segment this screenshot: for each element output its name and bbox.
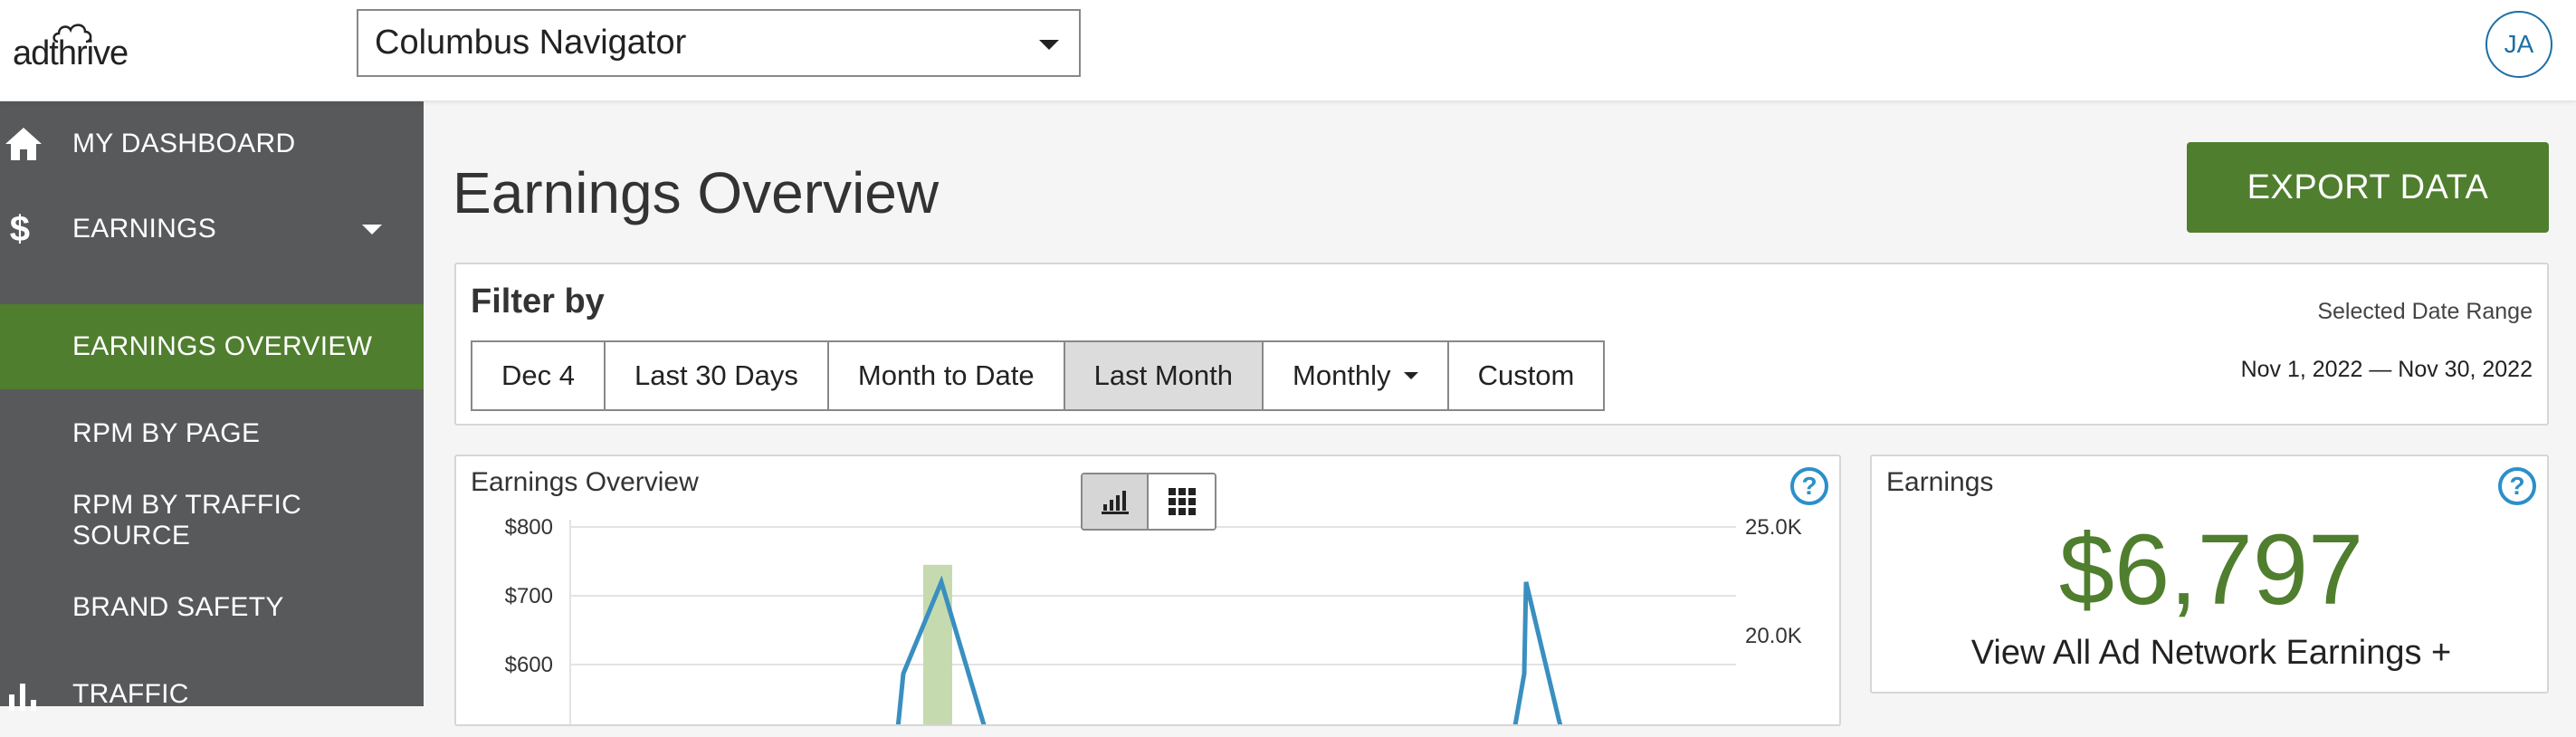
- y-tick-label-right: 20.0K: [1745, 624, 1802, 648]
- chevron-down-icon: [362, 224, 382, 234]
- sidebar-item-label: RPM BY TRAFFIC SOURCE: [72, 490, 302, 550]
- grid-icon: [1168, 488, 1196, 515]
- page-title: Earnings Overview: [453, 160, 940, 225]
- sidebar-item-label: TRAFFIC: [72, 679, 189, 709]
- top-header: adthrive Columbus Navigator JA: [0, 0, 2576, 101]
- chevron-down-icon: [1039, 40, 1059, 50]
- site-selector[interactable]: Columbus Navigator: [357, 9, 1081, 77]
- bar-chart-icon: [1101, 491, 1129, 514]
- y-tick-label-left: $600: [505, 653, 553, 677]
- earnings-series-line: [1512, 581, 1563, 724]
- y-tick-label-left: $700: [505, 584, 553, 608]
- help-icon[interactable]: ?: [2498, 467, 2536, 505]
- sidebar-item-label: EARNINGS OVERVIEW: [72, 331, 373, 361]
- filter-month-to-date-button[interactable]: Month to Date: [828, 342, 1065, 409]
- sidebar-item-brand-safety[interactable]: BRAND SAFETY: [0, 565, 424, 650]
- site-selector-value: Columbus Navigator: [375, 24, 687, 62]
- help-icon[interactable]: ?: [1790, 467, 1828, 505]
- y-tick-label-right: 25.0K: [1745, 515, 1802, 540]
- chevron-down-icon: [1403, 372, 1418, 379]
- user-avatar[interactable]: JA: [2485, 11, 2552, 78]
- filter-dec-4-button[interactable]: Dec 4: [472, 342, 606, 409]
- sidebar-item-rpm-by-page[interactable]: RPM BY PAGE: [0, 391, 424, 476]
- logo-text: adthrive: [13, 34, 129, 72]
- table-view-button[interactable]: [1149, 474, 1215, 529]
- chart-title: Earnings Overview: [471, 467, 699, 497]
- filter-last-month-button[interactable]: Last Month: [1064, 342, 1264, 409]
- total-earnings-value: $6,797: [2058, 514, 2364, 626]
- date-filter-group: Dec 4 Last 30 Days Month to Date Last Mo…: [471, 340, 1606, 411]
- chart-view-toggle: [1081, 473, 1216, 531]
- chart-view-button[interactable]: [1083, 474, 1149, 529]
- filter-monthly-dropdown[interactable]: Monthly: [1264, 342, 1449, 409]
- filter-custom-button[interactable]: Custom: [1448, 342, 1604, 409]
- sidebar-item-my-dashboard[interactable]: MY DASHBOARD: [0, 101, 424, 187]
- sidebar-item-label: MY DASHBOARD: [72, 129, 296, 158]
- date-range-value: Nov 1, 2022 — Nov 30, 2022: [2240, 357, 2533, 382]
- sidebar-item-earnings[interactable]: $ EARNINGS: [0, 187, 424, 272]
- date-range-label: Selected Date Range: [2317, 299, 2533, 324]
- export-data-button[interactable]: EXPORT DATA: [2187, 142, 2549, 233]
- y-tick-label-left: $800: [505, 515, 553, 540]
- sidebar-item-earnings-overview[interactable]: EARNINGS OVERVIEW: [0, 304, 424, 389]
- earnings-chart-panel: $800 $700 $600 25.0K 20.0K Earnings Overview…: [454, 455, 1841, 726]
- filter-title: Filter by: [471, 282, 605, 321]
- adthrive-logo[interactable]: adthrive: [13, 16, 139, 85]
- sidebar-item-rpm-by-traffic-source[interactable]: RPM BY TRAFFIC SOURCE: [0, 478, 424, 563]
- sidebar-item-traffic[interactable]: TRAFFIC: [0, 652, 424, 737]
- earnings-summary-panel: Earnings ? $6,797 View All Ad Network Ea…: [1870, 455, 2549, 694]
- filter-monthly-label: Monthly: [1293, 359, 1391, 391]
- sidebar-item-label: BRAND SAFETY: [72, 592, 284, 622]
- sidebar: MY DASHBOARD $ EARNINGS EARNINGS OVERVIE…: [0, 101, 424, 711]
- sidebar-item-label: RPM BY PAGE: [72, 418, 261, 448]
- dollar-icon: $: [9, 208, 31, 249]
- sidebar-item-label: EARNINGS: [72, 214, 217, 244]
- filter-panel: Filter by Dec 4 Last 30 Days Month to Da…: [454, 263, 2549, 426]
- summary-title: Earnings: [1886, 467, 1994, 497]
- bar-chart-icon: [4, 675, 43, 714]
- filter-last-30-days-button[interactable]: Last 30 Days: [605, 342, 829, 409]
- home-icon: [4, 124, 43, 164]
- view-all-ad-network-earnings-link[interactable]: View All Ad Network Earnings +: [1872, 634, 2551, 673]
